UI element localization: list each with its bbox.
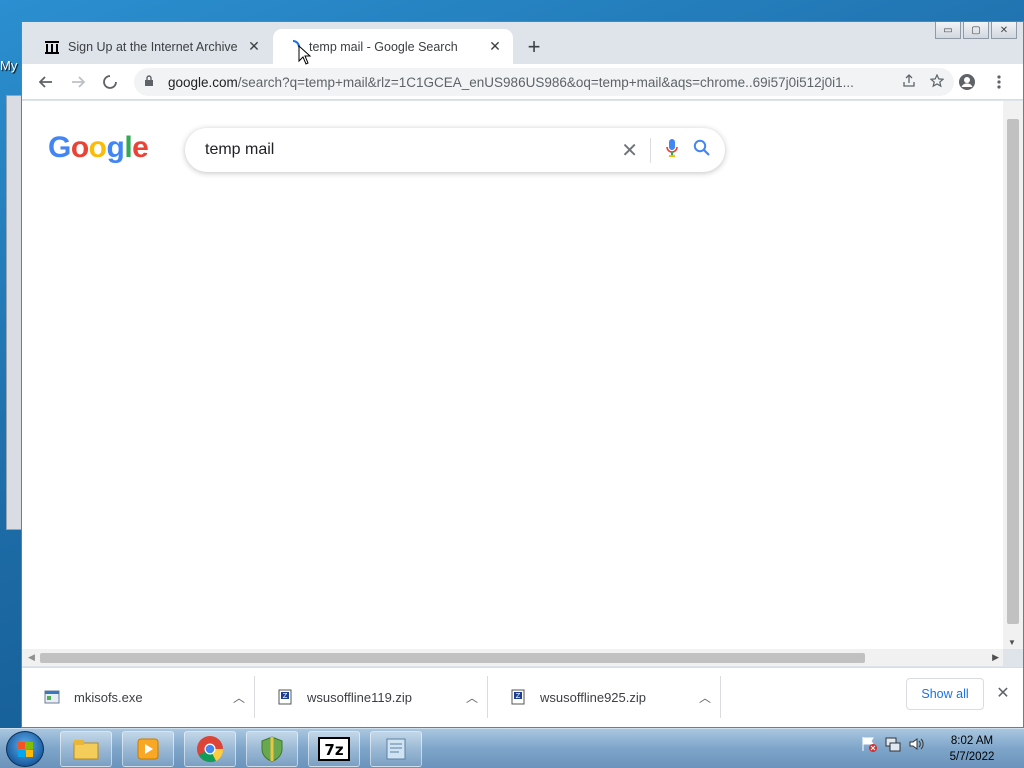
kebab-menu-icon xyxy=(997,75,1001,89)
scroll-right-arrow-icon[interactable]: ▶ xyxy=(992,652,999,663)
stop-loading-button[interactable] xyxy=(98,70,122,94)
download-item[interactable]: Z wsusoffline925.zip ︿ xyxy=(488,676,721,718)
forward-arrow-icon xyxy=(72,76,86,88)
search-input[interactable]: temp mail xyxy=(205,141,609,159)
download-filename: mkisofs.exe xyxy=(74,689,143,705)
window-controls: ▭ ▢ ✕ xyxy=(935,22,1017,39)
address-bar[interactable]: google.com/search?q=temp+mail&rlz=1C1GCE… xyxy=(134,68,954,96)
back-arrow-icon xyxy=(38,76,52,88)
browser-toolbar: google.com/search?q=temp+mail&rlz=1C1GCE… xyxy=(22,64,1023,100)
download-shelf: mkisofs.exe ︿ Z wsusoffline119.zip ︿ Z w… xyxy=(22,667,1023,727)
url-path: /search?q=temp+mail&rlz=1C1GCEA_enUS986U… xyxy=(237,74,854,90)
close-window-button[interactable]: ✕ xyxy=(991,22,1017,39)
search-box[interactable]: temp mail ✕ xyxy=(185,128,725,172)
share-icon[interactable] xyxy=(902,73,916,91)
taskbar: 7z 8:02 AM 5/7/2022 xyxy=(0,728,1024,768)
action-center-flag-icon[interactable] xyxy=(860,735,878,753)
svg-text:7z: 7z xyxy=(324,741,343,759)
vertical-scroll-thumb[interactable] xyxy=(1007,119,1019,624)
security-shield-icon xyxy=(261,736,283,762)
bookmark-star-icon[interactable] xyxy=(929,73,945,91)
taskbar-chrome[interactable] xyxy=(184,731,236,767)
taskbar-file-explorer[interactable] xyxy=(60,731,112,767)
exe-file-icon xyxy=(44,689,60,705)
chevron-up-icon[interactable]: ︿ xyxy=(457,689,487,706)
zip-file-icon: Z xyxy=(510,689,526,705)
profile-button[interactable] xyxy=(955,70,979,94)
logo-letter: e xyxy=(132,131,149,164)
logo-letter: g xyxy=(106,131,125,164)
clear-search-icon[interactable]: ✕ xyxy=(609,137,651,163)
svg-text:Z: Z xyxy=(516,692,521,700)
new-tab-button[interactable]: + xyxy=(522,34,546,59)
close-shelf-icon[interactable]: ✕ xyxy=(992,682,1014,704)
menu-button[interactable] xyxy=(987,70,1011,94)
url-text: google.com/search?q=temp+mail&rlz=1C1GCE… xyxy=(168,75,902,90)
media-player-icon xyxy=(137,738,159,760)
tab-title: temp mail - Google Search xyxy=(309,39,458,54)
clock[interactable]: 8:02 AM 5/7/2022 xyxy=(936,733,1008,765)
lock-icon xyxy=(144,74,158,90)
profile-avatar-icon xyxy=(959,74,975,90)
clock-time: 8:02 AM xyxy=(950,735,994,747)
search-icon[interactable] xyxy=(679,139,711,162)
file-explorer-icon xyxy=(73,740,99,760)
tab-internet-archive[interactable]: Sign Up at the Internet Archive ✕ xyxy=(32,29,272,64)
loading-x-icon xyxy=(103,75,117,89)
search-actions: ✕ xyxy=(609,137,725,163)
windows-logo-icon xyxy=(18,742,33,757)
taskbar-security[interactable] xyxy=(246,731,298,767)
download-filename: wsusoffline119.zip xyxy=(307,689,413,705)
taskbar-7zip[interactable]: 7z xyxy=(308,731,360,767)
7zip-icon: 7z xyxy=(318,737,350,761)
maximize-button[interactable]: ▢ xyxy=(963,22,989,39)
microphone-icon[interactable] xyxy=(651,138,679,163)
notepad-icon xyxy=(386,738,406,760)
omnibox-actions xyxy=(902,73,954,91)
horizontal-scrollbar[interactable]: ◀ ▶ xyxy=(22,649,1003,666)
chevron-up-icon[interactable]: ︿ xyxy=(224,689,254,706)
horizontal-scroll-thumb[interactable] xyxy=(40,653,865,663)
scroll-down-arrow-icon[interactable]: ▼ xyxy=(1008,638,1016,647)
chevron-up-icon[interactable]: ︿ xyxy=(690,689,720,706)
google-logo[interactable]: Google xyxy=(48,131,149,165)
zip-file-icon: Z xyxy=(277,689,293,705)
system-tray xyxy=(860,735,926,753)
show-all-downloads-button[interactable]: Show all xyxy=(906,678,984,710)
taskbar-media-player[interactable] xyxy=(122,731,174,767)
download-filename: wsusoffline925.zip xyxy=(540,689,646,705)
page-content: Google temp mail ✕ xyxy=(22,101,1003,649)
mouse-cursor-icon xyxy=(298,45,312,65)
tab-title: Sign Up at the Internet Archive xyxy=(68,39,238,54)
clock-date: 5/7/2022 xyxy=(949,751,995,763)
volume-icon[interactable] xyxy=(908,735,926,753)
forward-button[interactable] xyxy=(66,70,90,94)
start-button[interactable] xyxy=(6,731,44,767)
logo-letter: o xyxy=(88,131,107,164)
archive-favicon-icon xyxy=(44,39,60,55)
url-host: google.com xyxy=(168,74,238,90)
svg-text:Z: Z xyxy=(283,692,288,700)
logo-letter: l xyxy=(124,131,133,164)
taskbar-notepad[interactable] xyxy=(370,731,422,767)
scroll-left-arrow-icon[interactable]: ◀ xyxy=(28,652,35,663)
vertical-scrollbar[interactable]: ▼ xyxy=(1003,101,1023,649)
logo-letter: G xyxy=(48,131,71,164)
download-item[interactable]: mkisofs.exe ︿ xyxy=(22,676,255,718)
minimize-button[interactable]: ▭ xyxy=(935,22,961,39)
download-item[interactable]: Z wsusoffline119.zip ︿ xyxy=(255,676,488,718)
chrome-icon xyxy=(197,736,224,763)
network-icon[interactable] xyxy=(884,735,902,753)
tab-strip: Sign Up at the Internet Archive ✕ temp m… xyxy=(22,22,1023,64)
browser-window: Sign Up at the Internet Archive ✕ temp m… xyxy=(21,21,1024,728)
tab-close-icon[interactable]: ✕ xyxy=(487,38,503,55)
background-window-edge xyxy=(6,95,22,530)
back-button[interactable] xyxy=(34,70,58,94)
desktop-icon-label[interactable]: My xyxy=(0,58,17,73)
tab-close-icon[interactable]: ✕ xyxy=(246,38,262,55)
logo-letter: o xyxy=(70,131,89,164)
